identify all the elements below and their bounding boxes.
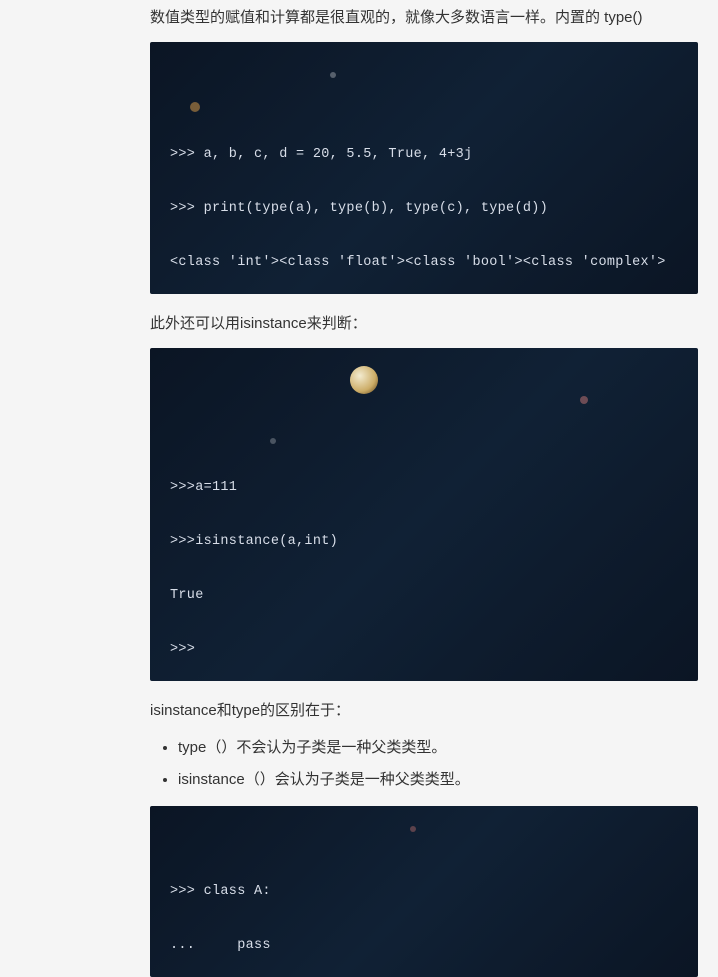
bullet-list: type（）不会认为子类是一种父类类型。 isinstance（）会认为子类是一… xyxy=(150,735,698,792)
code-block-2: >>>a=111 >>>isinstance(a,int) True >>> xyxy=(150,348,698,681)
code-line: >>> print(type(a), type(b), type(c), typ… xyxy=(170,201,548,216)
document-page: 数值类型的赋值和计算都是很直观的，就像大多数语言一样。内置的 type() >>… xyxy=(0,6,718,977)
code-line: <class 'int'><class 'float'><class 'bool… xyxy=(170,255,666,270)
paragraph-difference: isinstance和type的区别在于： xyxy=(150,699,698,723)
code-line: ... pass xyxy=(170,938,271,953)
code-line: >>> class A: xyxy=(170,884,271,899)
code-line: True xyxy=(170,588,204,603)
paragraph-intro: 数值类型的赋值和计算都是很直观的，就像大多数语言一样。内置的 type() xyxy=(150,6,698,30)
bullet-item-type: type（）不会认为子类是一种父类类型。 xyxy=(178,735,698,761)
code-line: >>>a=111 xyxy=(170,480,237,495)
code-line: >>> xyxy=(170,642,195,657)
code-block-3: >>> class A: ... pass xyxy=(150,806,698,977)
code-line: >>> a, b, c, d = 20, 5.5, True, 4+3j xyxy=(170,147,472,162)
paragraph-isinstance: 此外还可以用isinstance来判断： xyxy=(150,312,698,336)
code-line: >>>isinstance(a,int) xyxy=(170,534,338,549)
bullet-item-isinstance: isinstance（）会认为子类是一种父类类型。 xyxy=(178,767,698,793)
code-block-1: >>> a, b, c, d = 20, 5.5, True, 4+3j >>>… xyxy=(150,42,698,294)
